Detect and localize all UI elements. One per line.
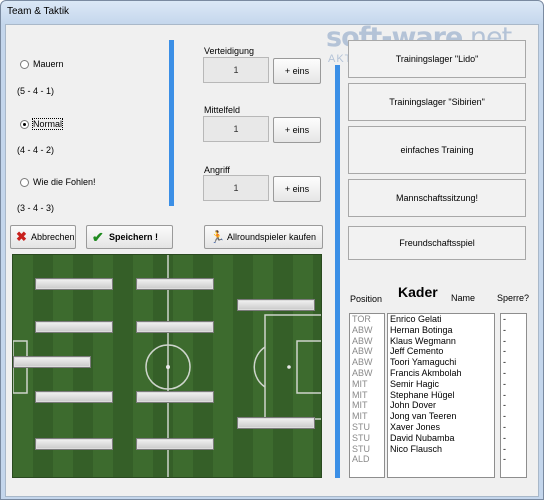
squad-title: Kader bbox=[398, 284, 438, 300]
formation-numbers-mauern: (5 - 4 - 1) bbox=[17, 86, 55, 96]
window-title: Team & Taktik bbox=[7, 6, 70, 17]
formation-label-normal[interactable]: Normal bbox=[31, 118, 64, 130]
position-column-header: Position bbox=[350, 294, 383, 304]
list-item[interactable]: STU bbox=[350, 444, 384, 455]
midfield-plus-button[interactable]: + eins bbox=[273, 117, 321, 143]
player-slot-goalkeeper[interactable] bbox=[13, 356, 91, 368]
list-item[interactable]: - bbox=[501, 325, 526, 336]
player-slot[interactable] bbox=[237, 417, 315, 429]
list-item[interactable]: MIT bbox=[350, 390, 384, 401]
formation-radio-mauern[interactable] bbox=[20, 60, 29, 69]
player-slot[interactable] bbox=[35, 278, 113, 290]
cancel-button[interactable]: ✖ Abbrechen bbox=[10, 225, 76, 249]
list-item[interactable]: ABW bbox=[350, 346, 384, 357]
list-item[interactable]: - bbox=[501, 368, 526, 379]
friendly-match-button[interactable]: Freundschaftsspiel bbox=[348, 226, 526, 260]
divider-bar-right bbox=[335, 65, 340, 478]
formation-radio-normal[interactable] bbox=[20, 120, 29, 129]
list-item[interactable]: - bbox=[501, 314, 526, 325]
player-slot[interactable] bbox=[136, 438, 214, 450]
list-item[interactable]: John Dover bbox=[388, 400, 494, 411]
list-item[interactable]: - bbox=[501, 433, 526, 444]
player-slot[interactable] bbox=[35, 391, 113, 403]
defense-value-field: 1 bbox=[203, 57, 269, 83]
attack-plus-button[interactable]: + eins bbox=[273, 176, 321, 202]
midfield-value-field: 1 bbox=[203, 116, 269, 142]
formation-numbers-fohlen: (3 - 4 - 3) bbox=[17, 203, 55, 213]
checkmark-icon: ✔ bbox=[92, 229, 104, 245]
list-item[interactable]: - bbox=[501, 379, 526, 390]
cancel-button-label: Abbrechen bbox=[31, 232, 75, 242]
list-item[interactable]: - bbox=[501, 390, 526, 401]
formation-radio-fohlen[interactable] bbox=[20, 178, 29, 187]
list-item[interactable]: - bbox=[501, 346, 526, 357]
list-item[interactable]: ABW bbox=[350, 336, 384, 347]
divider-bar-left bbox=[169, 40, 174, 206]
list-item[interactable]: Hernan Botinga bbox=[388, 325, 494, 336]
player-slot[interactable] bbox=[136, 278, 214, 290]
list-item[interactable]: Semir Hagic bbox=[388, 379, 494, 390]
player-slot[interactable] bbox=[35, 438, 113, 450]
list-item[interactable]: ALD bbox=[350, 454, 384, 465]
defense-plus-button[interactable]: + eins bbox=[273, 58, 321, 84]
list-item[interactable]: Nico Flausch bbox=[388, 444, 494, 455]
running-man-icon: 🏃 bbox=[210, 230, 225, 244]
player-slot[interactable] bbox=[136, 321, 214, 333]
list-item[interactable]: Jong van Teeren bbox=[388, 411, 494, 422]
attack-value-field: 1 bbox=[203, 175, 269, 201]
list-item[interactable]: - bbox=[501, 411, 526, 422]
list-item[interactable]: - bbox=[501, 357, 526, 368]
name-column-header: Name bbox=[451, 293, 476, 303]
list-item[interactable]: TOR bbox=[350, 314, 384, 325]
list-item[interactable]: - bbox=[501, 422, 526, 433]
midfield-label: Mittelfeld bbox=[204, 105, 241, 115]
list-item[interactable]: Jeff Cemento bbox=[388, 346, 494, 357]
player-slot[interactable] bbox=[35, 321, 113, 333]
list-item[interactable]: Francis Akmbolah bbox=[388, 368, 494, 379]
list-item[interactable]: ABW bbox=[350, 357, 384, 368]
list-item[interactable]: MIT bbox=[350, 411, 384, 422]
list-item[interactable]: STU bbox=[350, 433, 384, 444]
list-item[interactable]: Enrico Gelati bbox=[388, 314, 494, 325]
list-item[interactable]: - bbox=[501, 454, 526, 465]
list-item[interactable]: Toori Yamaguchi bbox=[388, 357, 494, 368]
player-slot[interactable] bbox=[237, 299, 315, 311]
list-item[interactable]: ABW bbox=[350, 325, 384, 336]
list-item[interactable]: Klaus Wegmann bbox=[388, 336, 494, 347]
title-bar: Team & Taktik bbox=[1, 1, 543, 23]
position-list[interactable]: TOR ABW ABW ABW ABW ABW MIT MIT MIT MIT … bbox=[349, 313, 385, 478]
banned-list[interactable]: - - - - - - - - - - - - - - bbox=[500, 313, 527, 478]
formation-label-mauern[interactable]: Mauern bbox=[33, 59, 64, 69]
list-item[interactable]: Stephane Hügel bbox=[388, 390, 494, 401]
football-pitch bbox=[12, 254, 322, 478]
formation-numbers-normal: (4 - 4 - 2) bbox=[17, 145, 55, 155]
list-item[interactable]: - bbox=[501, 400, 526, 411]
list-item[interactable]: MIT bbox=[350, 400, 384, 411]
list-item[interactable]: STU bbox=[350, 422, 384, 433]
list-item[interactable]: David Nubamba bbox=[388, 433, 494, 444]
simple-training-button[interactable]: einfaches Training bbox=[348, 126, 526, 174]
save-button-label: Speichern ! bbox=[109, 232, 159, 242]
team-meeting-button[interactable]: Mannschaftssitzung! bbox=[348, 179, 526, 217]
training-camp-lido-button[interactable]: Trainingslager "Lido" bbox=[348, 40, 526, 78]
formation-label-fohlen[interactable]: Wie die Fohlen! bbox=[33, 177, 96, 187]
list-item[interactable]: - bbox=[501, 444, 526, 455]
banned-column-header: Sperre? bbox=[497, 293, 530, 303]
training-camp-siberia-button[interactable]: Trainingslager "Sibirien" bbox=[348, 83, 526, 121]
buy-allrounder-button[interactable]: 🏃 Allroundspieler kaufen bbox=[204, 225, 323, 249]
cancel-x-icon: ✖ bbox=[16, 229, 27, 244]
list-item[interactable]: MIT bbox=[350, 379, 384, 390]
defense-label: Verteidigung bbox=[204, 46, 255, 56]
player-slot[interactable] bbox=[136, 391, 214, 403]
list-item[interactable]: ABW bbox=[350, 368, 384, 379]
buy-allrounder-label: Allroundspieler kaufen bbox=[227, 232, 317, 242]
list-item[interactable]: Xaver Jones bbox=[388, 422, 494, 433]
attack-label: Angriff bbox=[204, 165, 230, 175]
list-item[interactable]: - bbox=[501, 336, 526, 347]
save-button[interactable]: ✔ Speichern ! bbox=[86, 225, 173, 249]
player-name-list[interactable]: Enrico Gelati Hernan Botinga Klaus Wegma… bbox=[387, 313, 495, 478]
